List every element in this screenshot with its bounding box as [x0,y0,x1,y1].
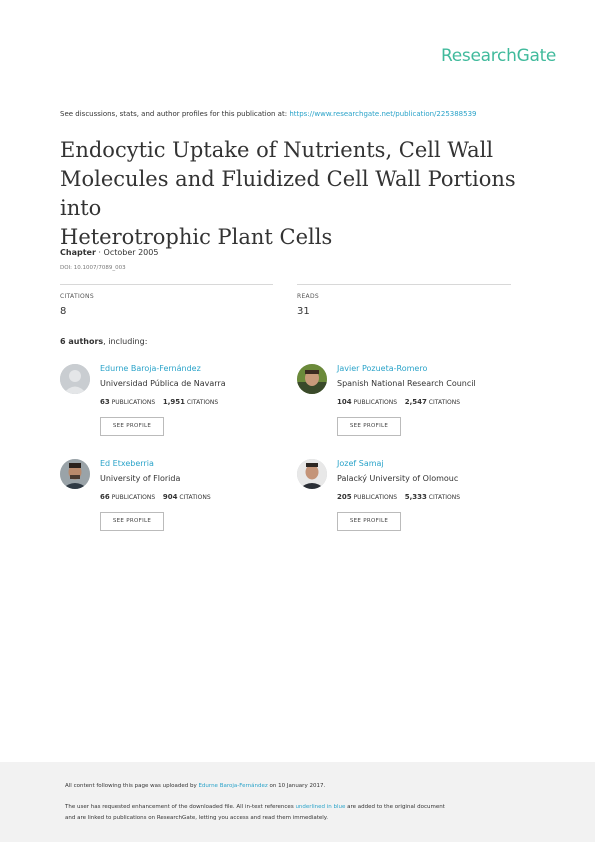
enhancement-notice: The user has requested enhancement of th… [65,802,445,824]
author-name-link[interactable]: Jozef Samaj [337,459,384,468]
author-citations-label: CITATIONS [179,494,211,501]
researchgate-logo[interactable]: ResearchGate [441,46,556,66]
author-citations-label: CITATIONS [428,399,461,406]
upload-prefix: All content following this page was uplo… [65,783,199,789]
author-citations-count: 1,951 [162,398,185,406]
publication-date: · October 2005 [95,248,159,257]
publication-type: Chapter [60,248,96,257]
title-line-1: Endocytic Uptake of Nutrients, Cell Wall [60,138,494,162]
citations-divider [60,284,273,285]
author-citations-count: 2,547 [404,398,427,406]
see-profile-button[interactable]: SEE PROFILE [100,512,164,531]
author-publications-count: 104 [337,398,352,406]
author-citations-label: CITATIONS [186,399,219,406]
placeholder-avatar-icon[interactable] [60,364,90,394]
underlined-in-blue-link[interactable]: underlined in blue [295,804,345,810]
authors-suffix: , including: [103,337,148,346]
upload-notice: All content following this page was uplo… [65,783,325,789]
author-stats: 205 PUBLICATIONS 5,333 CITATIONS [337,493,460,501]
author-photo-icon[interactable] [297,364,327,394]
author-card: Edurne Baroja-Fernández Universidad Públ… [60,364,300,444]
paper-title: Endocytic Uptake of Nutrients, Cell Wall… [60,136,540,252]
see-profile-button[interactable]: SEE PROFILE [337,417,401,436]
see-profile-button[interactable]: SEE PROFILE [337,512,401,531]
author-name-link[interactable]: Edurne Baroja-Fernández [100,364,201,373]
doi: DOI: 10.1007/7089_003 [60,265,126,271]
author-citations-label: CITATIONS [428,494,461,501]
author-publications-count: 205 [337,493,352,501]
author-publications-label: PUBLICATIONS [111,494,156,501]
author-card: Javier Pozueta-Romero Spanish National R… [297,364,537,444]
author-publications-label: PUBLICATIONS [353,494,398,501]
reads-count: 31 [297,306,310,317]
author-card: Jozef Samaj Palacký University of Olomou… [297,459,537,539]
authors-count: 6 authors [60,337,104,346]
discussions-line: See discussions, stats, and author profi… [60,110,477,118]
reads-divider [297,284,511,285]
citations-label: CITATIONS [60,293,94,300]
uploader-link[interactable]: Edurne Baroja-Fernández [198,783,267,789]
author-publications-count: 63 [100,398,110,406]
authors-heading: 6 authors, including: [60,337,147,346]
author-citations-count: 5,333 [404,493,427,501]
author-institution: Palacký University of Olomouc [337,474,459,483]
enhancement-suffix: are added to the original document [345,804,445,810]
author-institution: University of Florida [100,474,181,483]
author-stats: 104 PUBLICATIONS 2,547 CITATIONS [337,398,460,406]
upload-suffix: on 10 January 2017. [267,783,326,789]
see-profile-button[interactable]: SEE PROFILE [100,417,164,436]
author-stats: 66 PUBLICATIONS 904 CITATIONS [100,493,211,501]
publication-url-link[interactable]: https://www.researchgate.net/publication… [289,110,476,118]
enhancement-prefix: The user has requested enhancement of th… [65,804,296,810]
reads-label: READS [297,293,319,300]
title-line-2: Molecules and Fluidized Cell Wall Portio… [60,167,516,220]
author-publications-label: PUBLICATIONS [353,399,398,406]
author-publications-count: 66 [100,493,110,501]
author-name-link[interactable]: Javier Pozueta-Romero [337,364,427,373]
enhancement-line-1: The user has requested enhancement of th… [65,802,445,813]
author-card: Ed Etxeberria University of Florida 66 P… [60,459,300,539]
author-citations-count: 904 [162,493,178,501]
discussions-prefix: See discussions, stats, and author profi… [60,110,290,118]
publication-meta: Chapter · October 2005 [60,248,158,257]
author-name-link[interactable]: Ed Etxeberria [100,459,154,468]
author-institution: Universidad Pública de Navarra [100,379,226,388]
enhancement-line-2: and are linked to publications on Resear… [65,815,329,821]
author-publications-label: PUBLICATIONS [111,399,156,406]
citations-count: 8 [60,306,67,317]
author-photo-icon[interactable] [297,459,327,489]
author-stats: 63 PUBLICATIONS 1,951 CITATIONS [100,398,218,406]
author-photo-icon[interactable] [60,459,90,489]
author-institution: Spanish National Research Council [337,379,476,388]
